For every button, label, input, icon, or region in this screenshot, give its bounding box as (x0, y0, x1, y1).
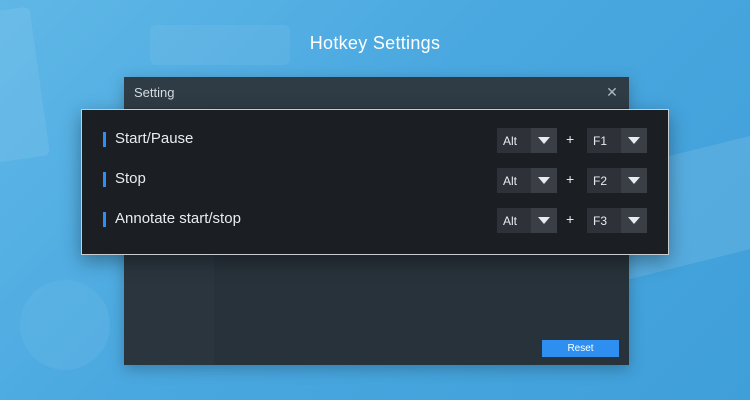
plus-sign: + (566, 131, 575, 147)
plus-sign: + (566, 211, 575, 227)
plus-sign: + (566, 171, 575, 187)
hotkey-row-start-pause: Start/Pause Alt + F1 (82, 126, 668, 153)
hotkey-label: Start/Pause (115, 130, 194, 147)
hotkey-label: Stop (115, 170, 146, 187)
modifier-select[interactable]: Alt (497, 168, 557, 193)
row-accent-bar (103, 172, 106, 187)
hotkey-label: Annotate start/stop (115, 210, 241, 227)
modifier-select[interactable]: Alt (497, 208, 557, 233)
key-select[interactable]: F2 (587, 168, 647, 193)
row-accent-bar (103, 212, 106, 227)
key-select[interactable]: F3 (587, 208, 647, 233)
window-titlebar: Setting ✕ (124, 77, 629, 108)
chevron-down-icon[interactable] (621, 208, 647, 233)
window-title: Setting (134, 85, 175, 100)
hotkey-row-annotate: Annotate start/stop Alt + F3 (82, 206, 668, 233)
chevron-down-icon[interactable] (621, 128, 647, 153)
row-accent-bar (103, 132, 106, 147)
close-icon[interactable]: ✕ (605, 85, 619, 99)
modifier-value: Alt (503, 214, 518, 228)
modifier-select[interactable]: Alt (497, 128, 557, 153)
modifier-value: Alt (503, 174, 518, 188)
key-select[interactable]: F1 (587, 128, 647, 153)
chevron-down-icon[interactable] (531, 208, 557, 233)
key-value: F1 (593, 134, 608, 148)
background-decoration (0, 6, 51, 164)
key-value: F2 (593, 174, 608, 188)
chevron-down-icon[interactable] (621, 168, 647, 193)
chevron-down-icon[interactable] (531, 128, 557, 153)
hotkey-row-stop: Stop Alt + F2 (82, 166, 668, 193)
reset-button[interactable]: Reset (542, 340, 619, 357)
chevron-down-icon[interactable] (531, 168, 557, 193)
background-decoration (20, 280, 110, 370)
page-title: Hotkey Settings (309, 33, 441, 53)
modifier-value: Alt (503, 134, 518, 148)
key-value: F3 (593, 214, 608, 228)
hotkey-panel: Start/Pause Alt + F1 Stop Alt + F2 Annot… (81, 109, 669, 255)
